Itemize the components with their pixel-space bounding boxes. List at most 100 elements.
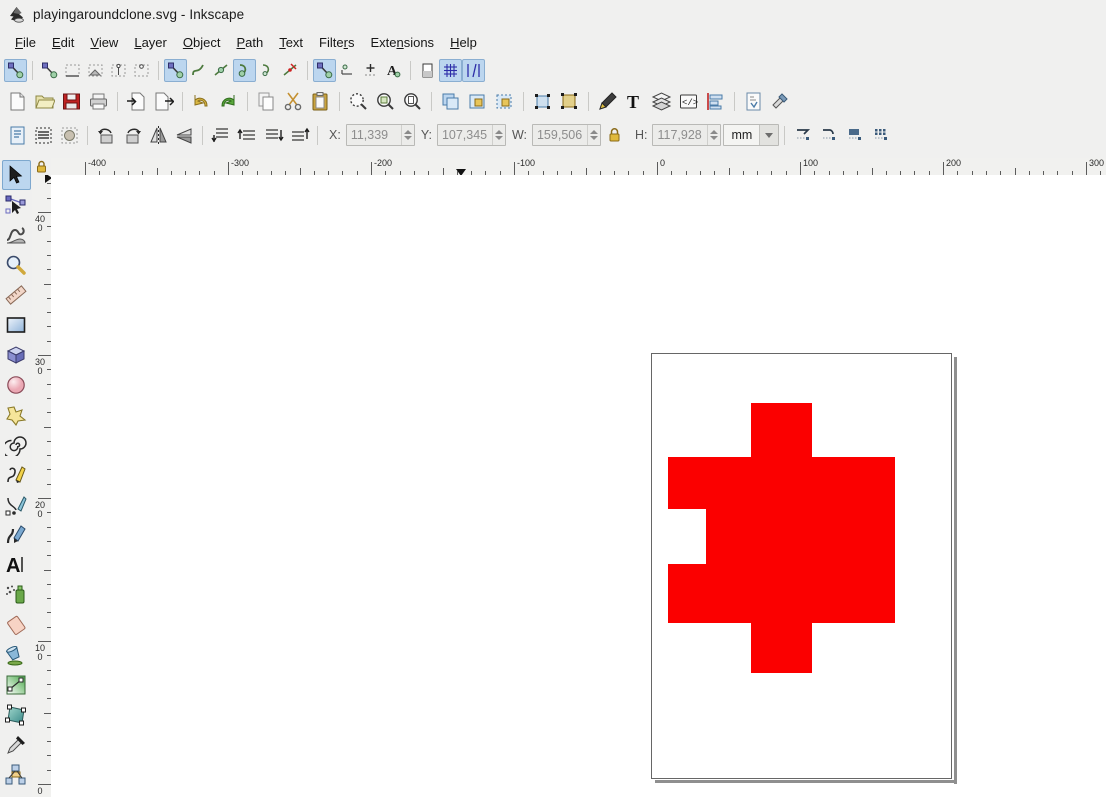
snap-smooth-nodes-button[interactable] [256, 59, 279, 82]
snap-object-centers-button[interactable] [336, 59, 359, 82]
menu-edit[interactable]: Edit [44, 33, 82, 52]
ellipse-tool[interactable] [2, 370, 31, 400]
rectangle-tool[interactable] [2, 310, 31, 340]
top-column[interactable] [751, 403, 812, 458]
raise-to-top-button[interactable] [208, 122, 234, 148]
y-coordinate-spinbox[interactable] [436, 124, 506, 146]
connector-tool[interactable] [2, 760, 31, 790]
preferences-button[interactable] [767, 88, 794, 115]
zoom-tool[interactable] [2, 250, 31, 280]
lower-band[interactable] [668, 564, 895, 623]
affect-patterns-button[interactable] [868, 122, 894, 148]
star-tool[interactable] [2, 400, 31, 430]
cut-button[interactable] [280, 88, 307, 115]
3d-box-tool[interactable] [2, 340, 31, 370]
bezier-tool[interactable] [2, 490, 31, 520]
snap-bounding-box-corners-button[interactable] [84, 59, 107, 82]
chevron-down-icon[interactable] [759, 125, 779, 145]
x-coordinate-input[interactable] [346, 125, 401, 145]
document-properties-button[interactable] [740, 88, 767, 115]
open-document-button[interactable] [31, 88, 58, 115]
y-coordinate-steppers[interactable] [491, 125, 505, 145]
menu-help[interactable]: Help [442, 33, 485, 52]
gradient-tool[interactable] [2, 670, 31, 700]
paste-button[interactable] [307, 88, 334, 115]
menu-path[interactable]: Path [228, 33, 271, 52]
snap-text-baselines-button[interactable]: A [382, 59, 405, 82]
duplicate-button[interactable] [437, 88, 464, 115]
units-dropdown[interactable]: mm [723, 124, 780, 146]
vertical-ruler[interactable]: 400 300 200 100 0 [32, 175, 51, 797]
upper-band[interactable] [668, 457, 895, 509]
zoom-page-button[interactable] [399, 88, 426, 115]
width-steppers[interactable] [586, 125, 600, 145]
flip-vertical-button[interactable] [171, 122, 197, 148]
node-tool[interactable] [2, 190, 31, 220]
drawing-canvas[interactable] [51, 175, 1106, 797]
snap-others-button[interactable] [313, 59, 336, 82]
lower-one-step-button[interactable] [260, 122, 286, 148]
bottom-column[interactable] [751, 622, 812, 673]
copy-button[interactable] [253, 88, 280, 115]
xml-editor-button[interactable]: </> [675, 88, 702, 115]
width-spinbox[interactable] [531, 124, 601, 146]
new-document-button[interactable] [4, 88, 31, 115]
tweak-tool[interactable] [2, 220, 31, 250]
import-file-button[interactable] [123, 88, 150, 115]
export-png-button[interactable] [150, 88, 177, 115]
select-all-button[interactable] [4, 122, 30, 148]
layers-dialog-button[interactable] [648, 88, 675, 115]
y-coordinate-input[interactable] [437, 125, 492, 145]
zoom-selection-button[interactable] [345, 88, 372, 115]
affect-rounded-corners-button[interactable] [816, 122, 842, 148]
align-distribute-button[interactable] [702, 88, 729, 115]
height-steppers[interactable] [707, 125, 721, 145]
pencil-tool[interactable] [2, 460, 31, 490]
mesh-gradient-tool[interactable] [2, 700, 31, 730]
rotate-90-cw-button[interactable] [119, 122, 145, 148]
snap-to-paths-button[interactable] [187, 59, 210, 82]
snap-guides-button[interactable] [462, 59, 485, 82]
snap-grids-button[interactable] [439, 59, 462, 82]
text-tool[interactable]: A [2, 550, 31, 580]
lower-to-bottom-button[interactable] [286, 122, 312, 148]
undo-button[interactable] [188, 88, 215, 115]
deselect-button[interactable] [56, 122, 82, 148]
snap-bounding-box-edges-button[interactable] [61, 59, 84, 82]
spiral-tool[interactable] [2, 430, 31, 460]
snap-path-intersections-button[interactable] [210, 59, 233, 82]
eraser-tool[interactable] [2, 610, 31, 640]
menu-object[interactable]: Object [175, 33, 229, 52]
mid-left-block[interactable] [706, 508, 895, 564]
object-align-button[interactable] [556, 88, 583, 115]
enable-snapping-button[interactable] [4, 59, 27, 82]
document-page[interactable] [651, 353, 952, 779]
menu-file[interactable]: File [7, 33, 44, 52]
affect-stroke-width-button[interactable] [790, 122, 816, 148]
select-all-in-all-layers-button[interactable] [30, 122, 56, 148]
text-and-font-button[interactable]: T [621, 88, 648, 115]
snap-bounding-boxes-button[interactable] [38, 59, 61, 82]
snap-bbox-edge-midpoints-button[interactable] [107, 59, 130, 82]
dropper-tool[interactable] [2, 730, 31, 760]
ruler-corner-lock[interactable] [32, 158, 51, 175]
paint-bucket-tool[interactable] [2, 640, 31, 670]
menu-layer[interactable]: Layer [126, 33, 175, 52]
snap-bbox-centers-button[interactable] [130, 59, 153, 82]
snap-page-border-button[interactable] [416, 59, 439, 82]
snap-to-cusp-nodes-button[interactable] [233, 59, 256, 82]
measure-tool[interactable] [2, 280, 31, 310]
menu-filters[interactable]: Filters [311, 33, 362, 52]
calligraphy-tool[interactable] [2, 520, 31, 550]
zoom-drawing-button[interactable] [372, 88, 399, 115]
menu-extensions[interactable]: Extensions [362, 33, 442, 52]
horizontal-ruler[interactable]: -400 -300 -200 -100 0 100 200 300 [51, 158, 1106, 175]
selector-tool[interactable] [1, 160, 31, 190]
menu-text[interactable]: Text [271, 33, 311, 52]
menu-view[interactable]: View [82, 33, 126, 52]
redo-button[interactable] [215, 88, 242, 115]
height-spinbox[interactable] [652, 124, 722, 146]
height-input[interactable] [653, 125, 708, 145]
x-coordinate-steppers[interactable] [400, 125, 414, 145]
fill-and-stroke-button[interactable] [594, 88, 621, 115]
